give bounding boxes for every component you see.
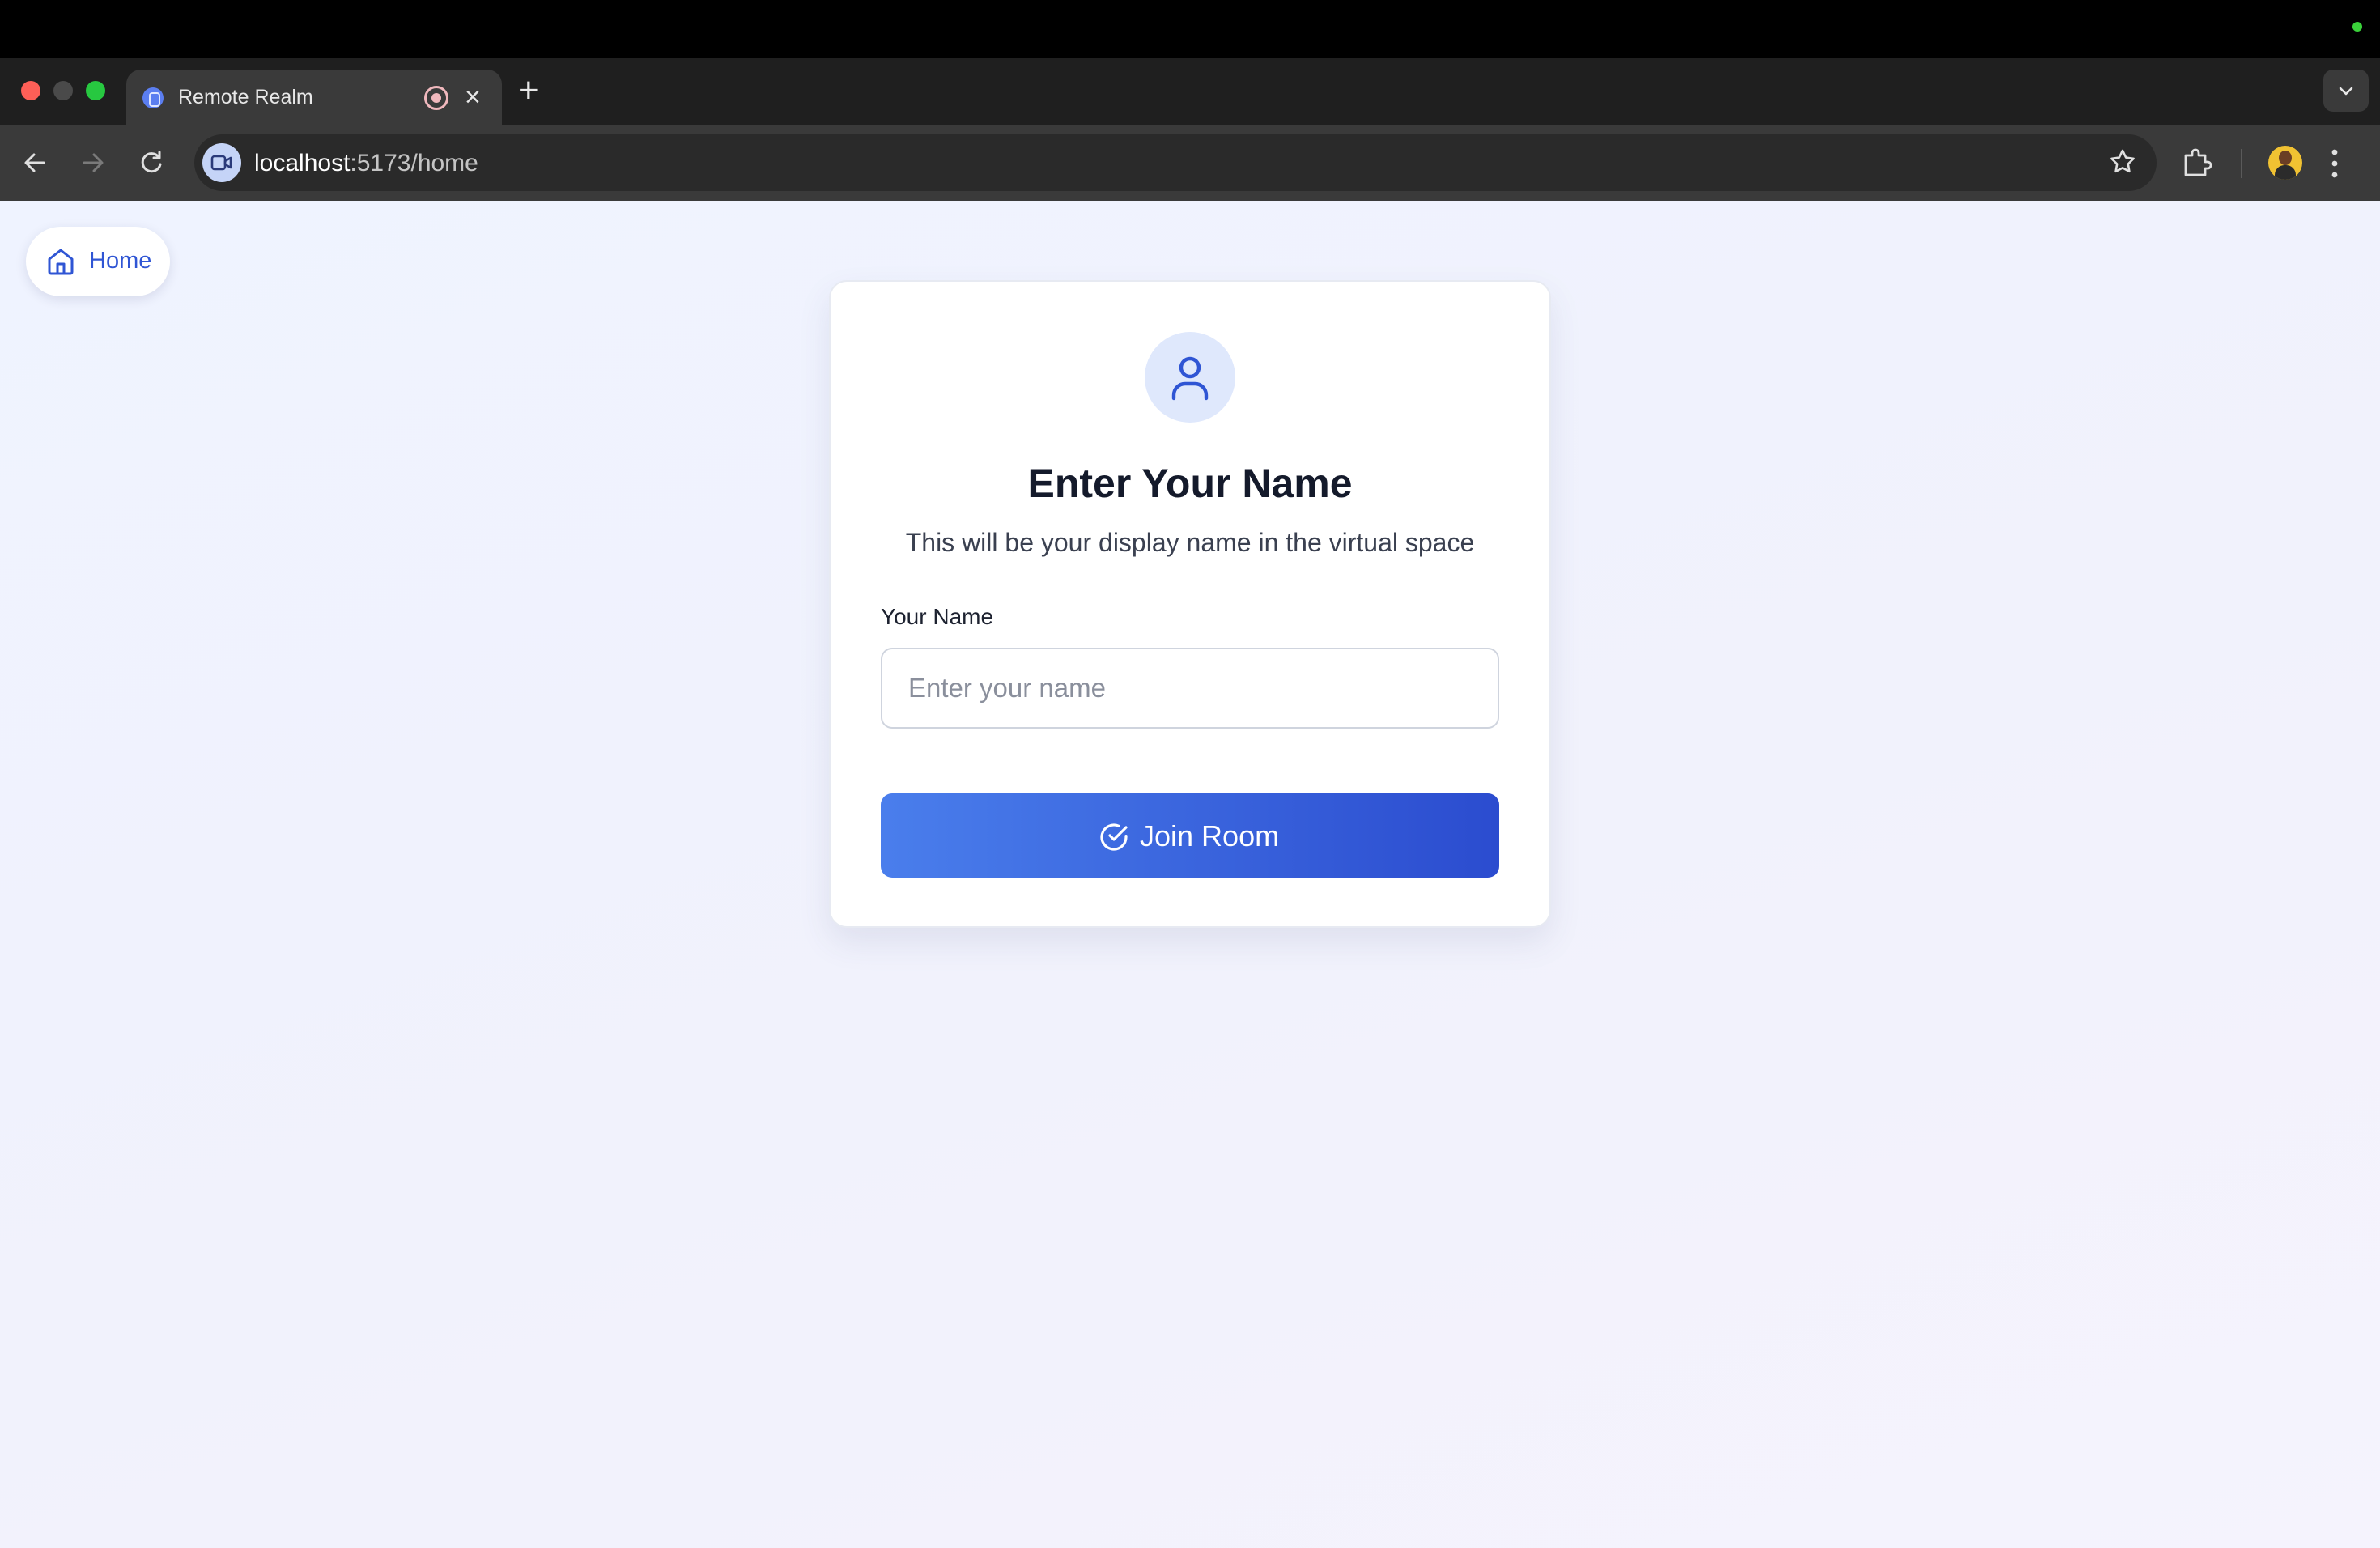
toolbar-divider <box>2241 149 2242 178</box>
browser-tab[interactable]: Remote Realm × <box>126 70 502 125</box>
reload-icon <box>141 151 162 173</box>
home-icon <box>48 249 74 275</box>
user-avatar-badge <box>1145 332 1235 423</box>
reload-button[interactable] <box>131 142 172 183</box>
name-entry-card: Enter Your Name This will be your displa… <box>829 280 1551 928</box>
forward-button[interactable] <box>73 142 113 183</box>
chevron-down-icon <box>2339 87 2353 96</box>
url-path: :5173/home <box>350 150 478 176</box>
browser-tabstrip: Remote Realm × + <box>0 58 2380 125</box>
back-icon <box>24 153 45 172</box>
star-icon[interactable] <box>2106 146 2139 178</box>
name-field-label: Your Name <box>881 604 994 629</box>
window-zoom-button[interactable] <box>86 81 105 100</box>
page-title: Enter Your Name <box>1027 461 1353 506</box>
extensions-icon[interactable] <box>2178 142 2216 181</box>
url-host: localhost <box>254 150 351 176</box>
page-subtitle: This will be your display name in the vi… <box>905 528 1475 557</box>
window-close-button[interactable] <box>21 81 40 100</box>
back-button[interactable] <box>15 142 55 183</box>
video-icon <box>210 155 232 171</box>
site-info-button[interactable] <box>202 143 241 182</box>
user-icon <box>1171 356 1209 401</box>
tab-favicon-icon <box>142 87 164 108</box>
tab-search-button[interactable] <box>2323 70 2369 112</box>
profile-avatar[interactable] <box>2268 146 2302 180</box>
status-indicator-dot <box>2352 22 2362 32</box>
join-room-button[interactable]: Join Room <box>881 793 1499 878</box>
address-bar[interactable]: localhost:5173/home <box>194 134 2157 191</box>
browser-toolbar: localhost:5173/home <box>0 125 2380 201</box>
menu-icon[interactable] <box>2330 146 2340 181</box>
recording-indicator-icon <box>424 86 448 110</box>
page-content: Home Enter Your Name This will be your d… <box>0 201 2380 1548</box>
new-tab-button[interactable]: + <box>518 70 539 112</box>
name-input[interactable] <box>881 648 1499 729</box>
os-menubar <box>0 0 2380 58</box>
check-circle-icon <box>1100 823 1128 851</box>
url-text: localhost:5173/home <box>254 150 478 177</box>
home-button-label: Home <box>89 248 152 274</box>
forward-icon <box>83 153 104 172</box>
tab-title: Remote Realm <box>178 86 313 108</box>
tab-close-icon[interactable]: × <box>465 81 481 113</box>
home-button[interactable]: Home <box>26 227 170 296</box>
join-room-label: Join Room <box>1140 819 1280 853</box>
window-minimize-button[interactable] <box>53 81 73 100</box>
